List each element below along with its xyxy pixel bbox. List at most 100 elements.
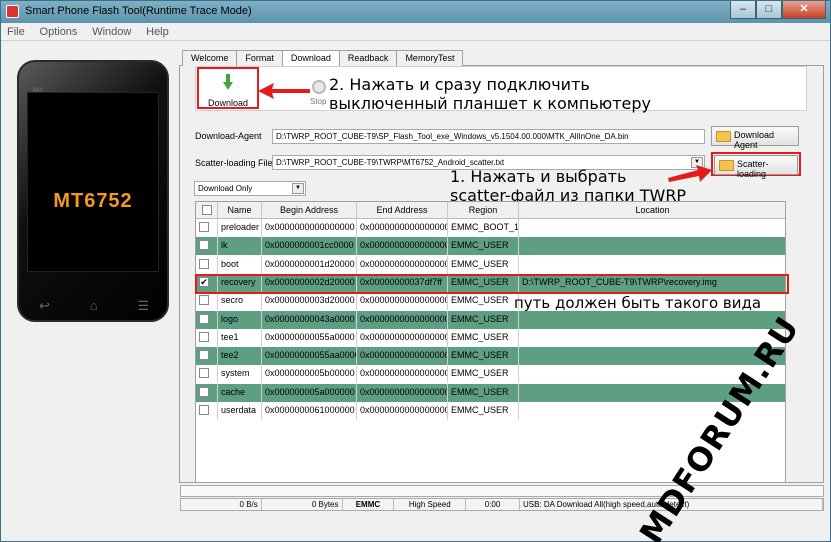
header-end[interactable]: End Address bbox=[357, 202, 448, 219]
row-checkbox[interactable] bbox=[199, 386, 209, 397]
phone-illustration: BM MT6752 ↩ ⌂ ☰ bbox=[17, 60, 169, 322]
cell-region: EMMC_USER bbox=[448, 328, 519, 347]
maximize-button[interactable]: □ bbox=[756, 1, 782, 19]
tab-welcome[interactable]: Welcome bbox=[182, 50, 238, 66]
status-time: 0:00 bbox=[466, 499, 520, 510]
cell-location bbox=[519, 329, 785, 347]
cell-begin: 0x0000000001cc0000 bbox=[262, 237, 357, 256]
table-row[interactable]: tee1 0x00000000055a0000 0x0000000000000000… bbox=[196, 328, 785, 347]
cell-end: 0x0000000000000000 bbox=[357, 328, 448, 347]
header-name[interactable]: Name bbox=[218, 202, 262, 219]
row-checkbox[interactable] bbox=[199, 240, 209, 251]
table-row[interactable]: boot 0x0000000001d20000 0x0000000000000000… bbox=[196, 255, 785, 274]
cell-name: tee2 bbox=[218, 347, 262, 366]
download-agent-button[interactable]: Download Agent bbox=[711, 126, 799, 150]
table-row[interactable]: system 0x0000000005b00000 0x00000000000000… bbox=[196, 365, 785, 384]
cell-end: 0x0000000000000000 bbox=[357, 347, 448, 366]
cell-begin: 0x0000000061000000 bbox=[262, 402, 357, 420]
table-row[interactable]: lk 0x0000000001cc0000 0x0000000000000000 EM… bbox=[196, 237, 785, 256]
scatter-label: Scatter-loading File bbox=[195, 158, 273, 168]
row-checkbox[interactable] bbox=[199, 405, 209, 415]
status-usb-speed: High Speed bbox=[394, 499, 467, 510]
close-button[interactable]: ✕ bbox=[782, 1, 826, 19]
phone-brand: BM bbox=[33, 88, 42, 94]
app-icon bbox=[6, 5, 19, 18]
minimize-button[interactable]: – bbox=[730, 1, 756, 19]
cell-location bbox=[519, 256, 785, 274]
cell-location bbox=[519, 311, 785, 329]
cell-name: lk bbox=[218, 237, 262, 256]
menu-window[interactable]: Window bbox=[86, 23, 137, 41]
cell-end: 0x0000000000000000 bbox=[357, 383, 448, 402]
tab-readback[interactable]: Readback bbox=[338, 50, 398, 66]
cell-name: system bbox=[218, 365, 262, 384]
menu-file[interactable]: File bbox=[1, 23, 31, 41]
scatter-loading-button[interactable]: Scatter-loading bbox=[714, 155, 798, 179]
menu-icon: ☰ bbox=[137, 298, 149, 313]
progress-bar bbox=[180, 485, 824, 497]
cell-name: boot bbox=[218, 255, 262, 274]
stop-icon[interactable] bbox=[312, 80, 326, 94]
status-bytes: 0 Bytes bbox=[262, 499, 343, 510]
table-row[interactable]: logo 0x00000000043a0000 0x0000000000000000… bbox=[196, 310, 785, 329]
row-checkbox[interactable] bbox=[199, 331, 209, 342]
download-agent-label: Download-Agent bbox=[195, 131, 262, 141]
status-storage: EMMC bbox=[343, 499, 395, 510]
scatter-loading-button-label: Scatter-loading bbox=[737, 159, 769, 179]
header-location[interactable]: Location bbox=[519, 202, 785, 219]
tab-format[interactable]: Format bbox=[236, 50, 283, 66]
tab-download[interactable]: Download bbox=[281, 50, 340, 67]
row-checkbox[interactable] bbox=[199, 350, 209, 361]
cell-begin: 0x000000005a000000 bbox=[262, 383, 357, 402]
cell-begin: 0x0000000000000000 bbox=[262, 219, 357, 237]
download-arrow-icon bbox=[223, 74, 233, 90]
folder-icon bbox=[716, 131, 731, 142]
annotation-step2-line2: выключенный планшет к компьютеру bbox=[329, 94, 652, 113]
menu-help[interactable]: Help bbox=[140, 23, 175, 41]
table-row[interactable]: userdata 0x0000000061000000 0x000000000000… bbox=[196, 402, 785, 420]
scatter-button-highlight: Scatter-loading bbox=[711, 152, 801, 179]
cell-region: EMMC_USER bbox=[448, 402, 519, 420]
folder-icon bbox=[719, 160, 734, 171]
arrow-to-download-icon bbox=[258, 83, 310, 99]
cell-begin: 0x00000000043a0000 bbox=[262, 310, 357, 329]
cell-name: logo bbox=[218, 310, 262, 329]
header-begin[interactable]: Begin Address bbox=[262, 202, 357, 219]
tab-memorytest[interactable]: MemoryTest bbox=[396, 50, 464, 66]
cell-end: 0x0000000000000000 bbox=[357, 219, 448, 237]
cell-region: EMMC_USER bbox=[448, 365, 519, 384]
chevron-down-icon[interactable]: ▼ bbox=[292, 183, 304, 194]
mode-select[interactable]: Download Only ▼ bbox=[194, 181, 306, 196]
cell-region: EMMC_USER bbox=[448, 237, 519, 256]
cell-end: 0x0000000000000000 bbox=[357, 255, 448, 274]
download-label: Download bbox=[207, 98, 249, 108]
cell-begin: 0x0000000005b00000 bbox=[262, 365, 357, 384]
mode-select-value: Download Only bbox=[198, 184, 253, 193]
cell-region: EMMC_USER bbox=[448, 310, 519, 329]
cell-location bbox=[519, 219, 785, 237]
status-bar: 0 B/s 0 Bytes EMMC High Speed 0:00 USB: … bbox=[180, 498, 824, 511]
annotation-path-note: путь должен быть такого вида bbox=[514, 294, 762, 312]
scatter-field-value: D:\TWRP_ROOT_CUBE-T9\TWRP\MT6752_Android… bbox=[276, 158, 505, 167]
stop-label[interactable]: Stop bbox=[310, 97, 326, 106]
cell-end: 0x0000000000000000 bbox=[357, 310, 448, 329]
row-checkbox[interactable] bbox=[199, 368, 209, 379]
cell-begin: 0x00000000055a0000 bbox=[262, 328, 357, 347]
arrow-to-scatter-icon bbox=[668, 165, 712, 182]
cell-begin: 0x0000000003d20000 bbox=[262, 292, 357, 311]
select-all-checkbox[interactable] bbox=[201, 205, 212, 215]
row-checkbox[interactable] bbox=[199, 258, 209, 269]
menu-options[interactable]: Options bbox=[34, 23, 84, 41]
row-checkbox[interactable] bbox=[199, 222, 209, 232]
table-row[interactable]: preloader 0x0000000000000000 0x00000000000… bbox=[196, 219, 785, 237]
phone-screen bbox=[27, 92, 159, 272]
row-checkbox[interactable] bbox=[199, 313, 209, 324]
header-region[interactable]: Region bbox=[448, 202, 519, 219]
download-agent-field[interactable]: D:\TWRP_ROOT_CUBE-T9\SP_Flash_Tool_exe_W… bbox=[272, 129, 705, 144]
title-bar: Smart Phone Flash Tool(Runtime Trace Mod… bbox=[1, 1, 830, 23]
download-button[interactable]: Download bbox=[197, 67, 259, 109]
row-checkbox[interactable] bbox=[199, 295, 209, 306]
table-row[interactable]: cache 0x000000005a000000 0x000000000000000… bbox=[196, 383, 785, 402]
table-header: Name Begin Address End Address Region Lo… bbox=[196, 202, 785, 219]
table-row[interactable]: tee2 0x00000000055aa0000 0x000000000000000… bbox=[196, 347, 785, 366]
